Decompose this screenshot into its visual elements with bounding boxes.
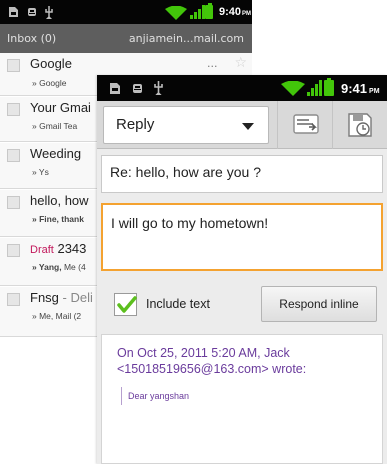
- usb-icon: [153, 81, 164, 96]
- respond-inline-button[interactable]: Respond inline: [261, 286, 377, 322]
- send-button[interactable]: [277, 101, 332, 149]
- message-sender: » Gmail Tea: [32, 121, 78, 131]
- save-later-icon: [347, 112, 373, 142]
- caret-down-icon: [242, 123, 254, 130]
- action-bar: Reply: [97, 101, 387, 149]
- usb-debug-icon: [131, 82, 142, 93]
- inbox-header: Inbox (0) anjiamein...mail.com: [0, 24, 252, 53]
- status-bar: 9:41 PM: [97, 75, 387, 101]
- wifi-icon: [281, 80, 305, 96]
- draft-label: Draft: [30, 244, 54, 256]
- quote-text: Dear yangshan: [128, 391, 190, 401]
- message-sender: » Google: [32, 78, 67, 88]
- usb-icon: [44, 6, 55, 20]
- message-subject: Weeding: [30, 146, 82, 161]
- message-sender: » Ys: [32, 167, 49, 177]
- status-bar: 9:40PM: [0, 0, 252, 24]
- save-later-button[interactable]: [332, 101, 387, 149]
- message-checkbox[interactable]: [7, 149, 20, 162]
- sd-card-icon: [109, 82, 120, 94]
- battery-charging-icon: [205, 3, 213, 19]
- inbox-title: Inbox (0): [7, 32, 57, 45]
- message-subject: Fnsg - Deli: [30, 290, 93, 305]
- quote-bar: [121, 387, 122, 405]
- message-subject: Google: [30, 56, 72, 71]
- sd-card-icon: [8, 6, 19, 17]
- include-text-label: Include text: [146, 297, 210, 311]
- usb-debug-icon: [26, 6, 37, 17]
- message-checkbox[interactable]: [7, 244, 20, 257]
- star-icon[interactable]: ☆: [234, 55, 247, 71]
- reply-mode-label: Reply: [116, 116, 155, 133]
- message-checkbox[interactable]: [7, 196, 20, 209]
- send-icon: [292, 113, 320, 141]
- message-sender: » Yang, Me (4: [32, 262, 86, 272]
- subject-field[interactable]: Re: hello, how are you ?: [101, 155, 383, 193]
- message-checkbox[interactable]: [7, 59, 20, 72]
- message-sender: » Fine, thank: [32, 214, 84, 224]
- signal-icon: [307, 80, 322, 96]
- signal-icon: [190, 5, 205, 19]
- include-text-checkbox[interactable]: [114, 293, 137, 316]
- message-subject: Draft 2343: [30, 241, 87, 256]
- reply-options: Include text Respond inline: [101, 281, 383, 333]
- account-name: anjiamein...mail.com: [128, 32, 244, 45]
- message-checkbox[interactable]: [7, 293, 20, 306]
- message-subject: Your Gmai: [30, 100, 91, 115]
- wifi-icon: [165, 5, 187, 20]
- reply-screen: 9:41 PM Reply Re: hello, how are you ? I…: [97, 75, 387, 464]
- quoted-message: On Oct 25, 2011 5:20 AM, Jack <150185196…: [101, 334, 383, 464]
- checkmark-icon: [116, 294, 138, 320]
- message-subject: hello, how: [30, 193, 89, 208]
- message-checkbox[interactable]: [7, 103, 20, 116]
- status-time: 9:41 PM: [341, 81, 380, 96]
- status-time: 9:40PM: [219, 6, 252, 18]
- battery-charging-icon: [324, 78, 334, 96]
- message-sender: » Me, Mail (2: [32, 311, 82, 321]
- quote-header: On Oct 25, 2011 5:20 AM, Jack <150185196…: [117, 346, 307, 376]
- message-body-field[interactable]: I will go to my hometown!: [101, 203, 383, 271]
- reply-mode-dropdown[interactable]: Reply: [103, 106, 269, 144]
- message-date: ...: [207, 57, 218, 70]
